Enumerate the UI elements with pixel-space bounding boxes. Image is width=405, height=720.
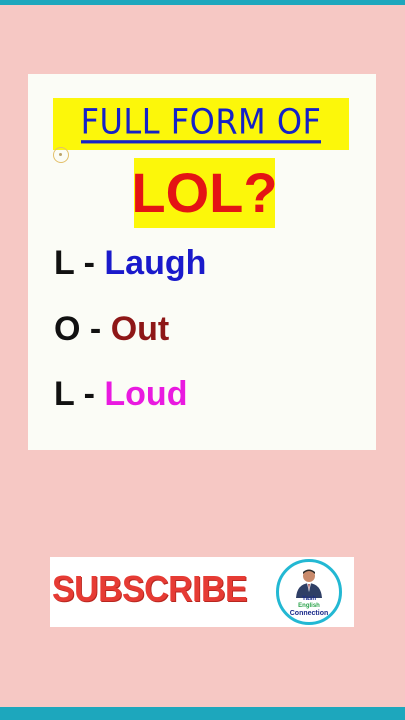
logo-name-line: English [298, 603, 320, 609]
subscribe-label: SUBSCRIBE [52, 568, 248, 609]
term-text: LOL? [131, 161, 278, 224]
top-accent-bar [0, 0, 405, 5]
row-word: Out [110, 310, 170, 348]
content-card: FULL FORM OF LOL? L - Laugh O - Out L - … [28, 74, 376, 450]
bottom-accent-bar [0, 707, 405, 720]
logo-name-line: Yash [301, 596, 316, 602]
cursor-ring-icon [53, 147, 69, 163]
row-dash: - [83, 244, 95, 282]
heading-text: FULL FORM OF [80, 101, 322, 144]
logo-name-line: Connection [289, 610, 329, 617]
heading-highlight: FULL FORM OF [53, 98, 349, 150]
avatar-icon [296, 569, 322, 598]
expansion-row: O - Out [54, 312, 169, 346]
row-dash: - [83, 375, 95, 413]
row-letter: O [54, 310, 81, 348]
row-letter: L [54, 244, 75, 282]
subscribe-banner[interactable]: SUBSCRIBE Yash English Connection [50, 557, 354, 627]
expansion-row: L - Laugh [54, 246, 206, 280]
row-letter: L [54, 375, 75, 413]
channel-logo: Yash English Connection [276, 559, 342, 625]
expansion-row: L - Loud [54, 377, 187, 411]
row-word: Loud [104, 375, 188, 413]
row-word: Laugh [104, 244, 207, 282]
row-dash: - [89, 310, 102, 348]
term-highlight: LOL? [131, 158, 278, 228]
